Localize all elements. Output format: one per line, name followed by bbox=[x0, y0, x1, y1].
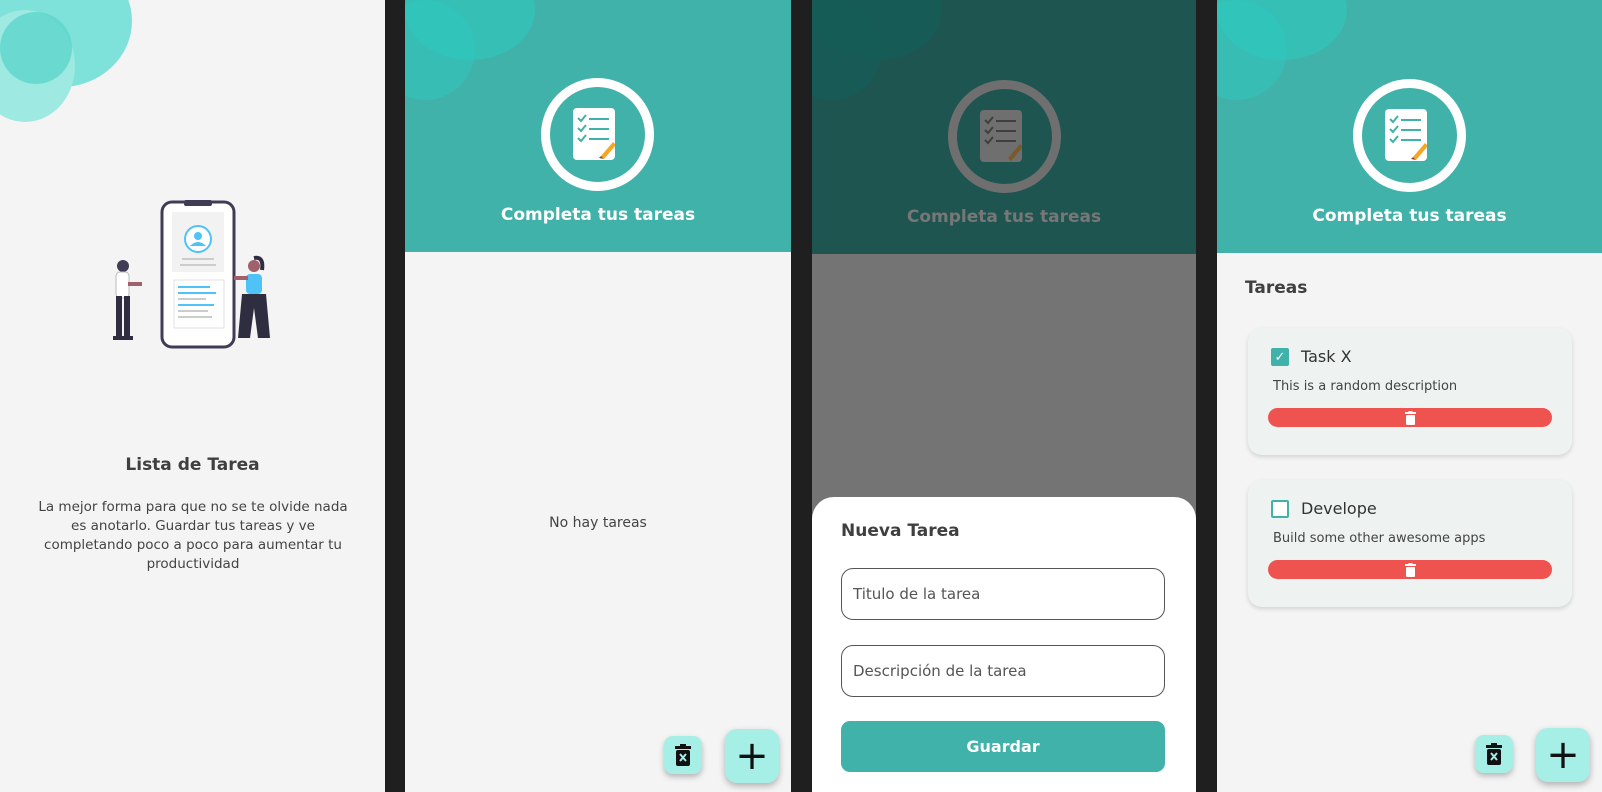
sheet-title: Nueva Tarea bbox=[841, 521, 960, 541]
task-description: Build some other awesome apps bbox=[1273, 531, 1486, 546]
onboarding-illustration bbox=[113, 200, 270, 349]
new-task-screen: Completa tus tareas Nueva Tarea Guardar bbox=[812, 0, 1196, 792]
delete-sweep-icon bbox=[675, 744, 691, 766]
plus-icon: + bbox=[1546, 732, 1580, 778]
dimmed-header: Completa tus tareas bbox=[812, 0, 1196, 254]
delete-sweep-icon bbox=[1486, 743, 1502, 765]
save-button[interactable]: Guardar bbox=[841, 721, 1165, 772]
delete-sweep-button[interactable] bbox=[1475, 735, 1513, 773]
onboarding-description: La mejor forma para que no se te olvide … bbox=[38, 499, 348, 572]
checklist-document-icon bbox=[980, 110, 1023, 162]
plus-icon: + bbox=[735, 733, 769, 779]
header: Completa tus tareas bbox=[405, 0, 791, 252]
decor-circle bbox=[0, 12, 72, 84]
new-task-sheet: Nueva Tarea Guardar bbox=[812, 497, 1196, 792]
task-checkbox[interactable]: ✓ bbox=[1271, 348, 1289, 366]
task-description: This is a random description bbox=[1273, 379, 1458, 394]
empty-state-message: No hay tareas bbox=[549, 515, 647, 531]
delete-task-button[interactable] bbox=[1268, 408, 1552, 427]
checklist-document-icon bbox=[573, 108, 616, 160]
task-card: ✓ Task X This is a random description bbox=[1248, 328, 1572, 455]
header: Completa tus tareas bbox=[1217, 0, 1602, 253]
add-task-button[interactable]: + bbox=[725, 729, 779, 783]
trash-icon bbox=[1404, 410, 1416, 425]
app-logo bbox=[948, 80, 1061, 193]
checklist-document-icon bbox=[1385, 109, 1428, 161]
home-empty-screen: Completa tus tareas No hay tareas + bbox=[405, 0, 791, 792]
app-logo bbox=[541, 78, 654, 191]
delete-task-button[interactable] bbox=[1268, 560, 1552, 579]
header-title: Completa tus tareas bbox=[1312, 206, 1507, 226]
task-description-input[interactable] bbox=[841, 645, 1165, 697]
task-title-input[interactable] bbox=[841, 568, 1165, 620]
add-task-button[interactable]: + bbox=[1536, 728, 1590, 782]
task-card: Develope Build some other awesome apps bbox=[1248, 480, 1572, 607]
header-title: Completa tus tareas bbox=[906, 207, 1102, 227]
delete-sweep-button[interactable] bbox=[664, 736, 702, 774]
task-title: Task X bbox=[1301, 347, 1352, 366]
section-title: Tareas bbox=[1245, 278, 1308, 298]
trash-icon bbox=[1404, 562, 1416, 577]
onboarding-title: Lista de Tarea bbox=[125, 455, 260, 475]
task-checkbox[interactable] bbox=[1271, 500, 1289, 518]
task-list-screen: Completa tus tareas Tareas ✓ Task X This… bbox=[1217, 0, 1602, 792]
header-title: Completa tus tareas bbox=[500, 205, 696, 225]
onboarding-screen: Lista de Tarea La mejor forma para que n… bbox=[0, 0, 385, 792]
app-logo bbox=[1353, 79, 1466, 192]
task-title: Develope bbox=[1301, 499, 1377, 518]
